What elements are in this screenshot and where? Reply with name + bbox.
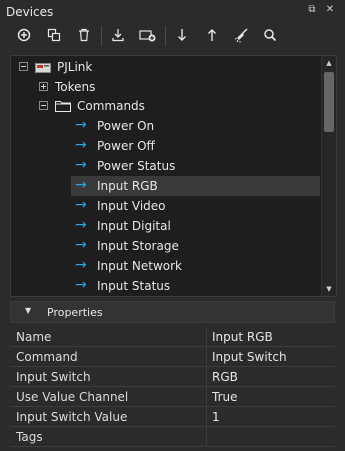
column-divider — [206, 427, 207, 447]
tree-item-command[interactable]: → Input Digital — [11, 216, 320, 236]
properties-header[interactable]: ▼ Properties — [10, 301, 335, 323]
move-down-icon[interactable] — [170, 24, 194, 46]
property-name: Input Switch Value — [16, 410, 128, 424]
property-name: Use Value Channel — [16, 390, 129, 404]
add-device-icon[interactable] — [136, 24, 160, 46]
property-value[interactable]: 1 — [212, 410, 220, 424]
scroll-thumb[interactable] — [324, 72, 334, 132]
move-up-icon[interactable] — [200, 24, 224, 46]
property-name: Input Switch — [16, 370, 91, 384]
tree-item-command[interactable]: → Input Network — [11, 256, 320, 276]
toolbar-separator — [101, 26, 102, 46]
arrow-right-icon: → — [75, 237, 87, 253]
tree-item-command[interactable]: → Input Status — [11, 276, 320, 296]
tree-item-commands-label: Commands — [77, 99, 145, 113]
property-row[interactable]: Tags — [10, 427, 335, 447]
delete-icon[interactable] — [72, 24, 96, 46]
property-row[interactable]: Name Input RGB — [10, 327, 335, 347]
arrow-right-icon: → — [75, 277, 87, 293]
property-row[interactable]: Use Value Channel True — [10, 387, 335, 407]
command-label: Input Network — [97, 259, 182, 273]
arrow-right-icon: → — [75, 257, 87, 273]
property-name: Tags — [16, 430, 43, 444]
properties-title: Properties — [47, 306, 103, 319]
property-value[interactable]: RGB — [212, 370, 238, 384]
command-label: Power Status — [97, 159, 176, 173]
panel-title: Devices — [6, 5, 54, 19]
command-label: Input Storage — [97, 239, 179, 253]
tree-item-command[interactable]: → Power Off — [11, 136, 320, 156]
command-label: Input Digital — [97, 219, 171, 233]
tree-item-commands[interactable]: Commands — [11, 96, 320, 116]
column-divider — [206, 327, 207, 347]
property-name: Command — [16, 350, 78, 364]
property-value[interactable]: Input RGB — [212, 330, 273, 344]
command-label: Power Off — [97, 139, 155, 153]
tree-item-root[interactable]: PJLink — [11, 57, 320, 77]
tree-item-command-selected[interactable]: → Input RGB — [71, 176, 320, 196]
tree-item-tokens[interactable]: Tokens — [11, 77, 320, 97]
import-icon[interactable] — [106, 24, 130, 46]
arrow-right-icon: → — [75, 217, 87, 233]
command-label: Input RGB — [97, 179, 158, 193]
arrow-right-icon: → — [75, 117, 87, 133]
command-label: Input Video — [97, 199, 166, 213]
column-divider — [206, 407, 207, 427]
chevron-down-icon[interactable]: ▼ — [25, 306, 31, 315]
collapse-icon[interactable] — [39, 101, 48, 110]
tree-item-command[interactable]: → Input Storage — [11, 236, 320, 256]
property-row[interactable]: Input Switch Value 1 — [10, 407, 335, 427]
property-name: Name — [16, 330, 52, 344]
column-divider — [206, 367, 207, 387]
tree-item-tokens-label: Tokens — [55, 80, 96, 94]
toolbar-separator — [165, 26, 166, 46]
property-row[interactable]: Input Switch RGB — [10, 367, 335, 387]
arrow-right-icon: → — [75, 137, 87, 153]
close-icon[interactable]: ✕ — [324, 4, 336, 16]
tree-scrollbar[interactable]: ▲ ▼ — [321, 56, 336, 296]
property-value[interactable]: True — [212, 390, 238, 404]
property-value[interactable]: Input Switch — [212, 350, 287, 364]
tree-item-command[interactable]: → Power Status — [11, 156, 320, 176]
undock-icon[interactable]: ⧉ — [306, 4, 318, 16]
duplicate-icon[interactable] — [42, 24, 66, 46]
add-icon[interactable] — [12, 24, 36, 46]
arrow-right-icon: → — [75, 177, 87, 193]
panel-titlebar: Devices ⧉ ✕ — [0, 0, 345, 22]
toolbar — [0, 22, 345, 50]
property-row[interactable]: Command Input Switch — [10, 347, 335, 367]
device-tree[interactable]: PJLink Tokens Commands → Power On → Powe… — [10, 55, 337, 297]
tree-item-command[interactable]: → Power On — [11, 116, 320, 136]
command-label: Input Status — [97, 279, 171, 293]
column-divider — [206, 387, 207, 407]
expand-icon[interactable] — [39, 82, 48, 91]
tree-item-root-label: PJLink — [57, 60, 93, 74]
column-divider — [206, 347, 207, 367]
scroll-down-icon[interactable]: ▼ — [322, 282, 336, 296]
clean-icon[interactable] — [230, 24, 254, 46]
arrow-right-icon: → — [75, 197, 87, 213]
scroll-up-icon[interactable]: ▲ — [322, 56, 336, 70]
arrow-right-icon: → — [75, 157, 87, 173]
collapse-icon[interactable] — [19, 62, 28, 71]
command-label: Power On — [97, 119, 155, 133]
device-icon — [35, 62, 51, 76]
folder-icon — [55, 99, 71, 115]
tree-item-command[interactable]: → Input Video — [11, 196, 320, 216]
search-icon[interactable] — [258, 24, 282, 46]
